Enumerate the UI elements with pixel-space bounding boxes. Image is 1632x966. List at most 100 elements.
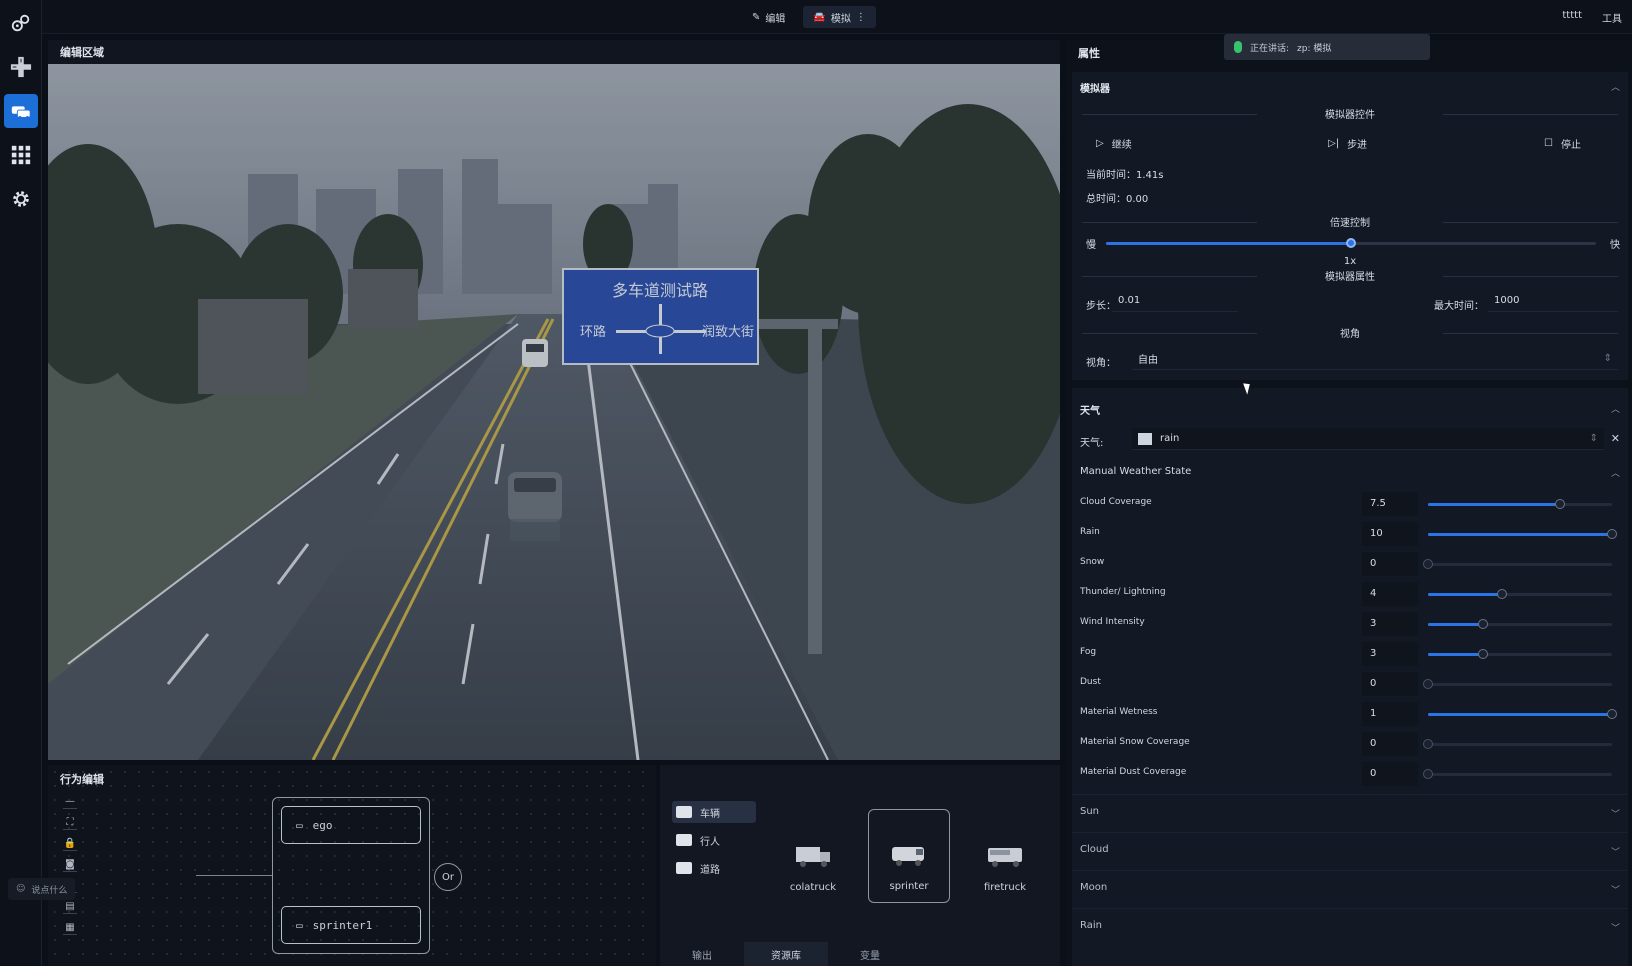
node-sprinter1[interactable]: ▭ sprinter1 bbox=[281, 906, 421, 944]
node-tool-icon[interactable]: ◙ bbox=[63, 858, 77, 872]
weather-param-input[interactable]: 0 bbox=[1362, 732, 1418, 756]
continue-button[interactable]: ▷ 继续 bbox=[1096, 132, 1132, 154]
chevron-up-icon[interactable]: ︿ bbox=[1611, 80, 1620, 93]
save-tool-icon[interactable]: ▤ bbox=[63, 900, 77, 914]
weather-param-row: Snow 0 bbox=[1072, 550, 1628, 578]
view-select-value: 自由 bbox=[1138, 355, 1158, 366]
weather-subsection-label: Moon bbox=[1080, 882, 1108, 893]
or-node[interactable]: Or bbox=[434, 863, 462, 891]
weather-param-slider[interactable] bbox=[1423, 679, 1612, 689]
tab-simulate[interactable]: 🚘 模拟 ⋮ bbox=[803, 6, 876, 28]
chevron-down-icon[interactable]: ﹀ bbox=[1611, 921, 1620, 934]
scene-viewport[interactable]: 多车道测试路 环路 润致大街 bbox=[48, 64, 1060, 760]
folder-label: 行人 bbox=[700, 836, 720, 848]
weather-subsection[interactable]: Moon ﹀ bbox=[1072, 870, 1628, 906]
stop-icon: ☐ bbox=[1544, 137, 1553, 149]
step-button[interactable]: ▷| 步进 bbox=[1328, 132, 1367, 154]
step-label: 步进 bbox=[1347, 139, 1368, 151]
weather-param-slider[interactable] bbox=[1428, 649, 1612, 659]
weather-param-slider-handle[interactable] bbox=[1423, 679, 1433, 689]
gears-icon[interactable] bbox=[4, 6, 38, 40]
weather-param-slider-handle[interactable] bbox=[1496, 589, 1507, 599]
weather-subsection[interactable]: Rain ﹀ bbox=[1072, 908, 1628, 944]
weather-param-row: Wind Intensity 3 bbox=[1072, 610, 1628, 638]
weather-subsection[interactable]: Cloud ﹀ bbox=[1072, 832, 1628, 868]
zoom-out-icon[interactable]: — bbox=[63, 795, 77, 809]
weather-param-input[interactable]: 0 bbox=[1362, 762, 1418, 786]
folder-label: 车辆 bbox=[700, 808, 720, 820]
weather-param-input[interactable]: 3 bbox=[1362, 642, 1418, 666]
speed-value: 1x bbox=[1343, 256, 1357, 267]
weather-param-label: Fog bbox=[1080, 647, 1097, 657]
weather-param-slider-handle[interactable] bbox=[1478, 619, 1489, 629]
weather-param-slider-handle[interactable] bbox=[1478, 649, 1489, 659]
chevron-up-icon[interactable]: ︿ bbox=[1611, 466, 1620, 479]
simulator-card: 模拟器 ︿ 模拟器控件 ▷ 继续 ▷| 步进 ☐ 停止 当前时间：1.41s 总… bbox=[1072, 72, 1628, 380]
weather-param-slider-handle[interactable] bbox=[1423, 739, 1433, 749]
weather-param-slider[interactable] bbox=[1428, 619, 1612, 629]
weather-select[interactable]: rain ⇕ bbox=[1132, 428, 1604, 450]
weather-param-slider[interactable] bbox=[1428, 709, 1617, 719]
weather-param-slider[interactable] bbox=[1428, 529, 1617, 539]
weather-param-slider[interactable] bbox=[1428, 589, 1612, 599]
weather-param-input[interactable]: 3 bbox=[1362, 612, 1418, 636]
node-ego[interactable]: ▭ ego bbox=[281, 806, 421, 844]
select-arrows-icon: ⇕ bbox=[1589, 433, 1598, 444]
asset-sprinter[interactable]: sprinter bbox=[868, 809, 950, 903]
tab-variables[interactable]: 变量 bbox=[828, 942, 912, 966]
folder-roads[interactable]: 道路 bbox=[672, 857, 756, 879]
more-icon[interactable]: ⋮ bbox=[856, 12, 866, 23]
folder-pedestrians[interactable]: 行人 bbox=[672, 829, 756, 851]
weather-param-slider-handle[interactable] bbox=[1423, 769, 1433, 779]
topbar-user[interactable]: ttttt bbox=[1562, 10, 1582, 25]
chevron-up-icon[interactable]: ︿ bbox=[1611, 402, 1620, 415]
weather-param-slider-handle[interactable] bbox=[1555, 499, 1566, 509]
weather-param-slider[interactable] bbox=[1428, 499, 1612, 509]
tab-edit[interactable]: ✎ 编辑 bbox=[742, 6, 795, 28]
clear-icon[interactable]: ✕ bbox=[1611, 432, 1620, 445]
crossroad-icon[interactable] bbox=[4, 50, 38, 84]
step-size-input[interactable]: 0.01 bbox=[1112, 290, 1238, 312]
export-tool-icon[interactable]: ▦ bbox=[63, 921, 77, 935]
asset-firetruck[interactable]: firetruck bbox=[964, 809, 1046, 903]
weather-subsection[interactable]: Sun ﹀ bbox=[1072, 794, 1628, 830]
tools-menu[interactable]: 工具 bbox=[1602, 10, 1622, 25]
weather-param-input[interactable]: 0 bbox=[1362, 552, 1418, 576]
chevron-down-icon[interactable]: ﹀ bbox=[1611, 845, 1620, 858]
fit-view-icon[interactable]: ⛶ bbox=[63, 816, 77, 830]
chevron-down-icon[interactable]: ﹀ bbox=[1611, 883, 1620, 896]
tab-output[interactable]: 输出 bbox=[660, 942, 744, 966]
weather-param-input[interactable]: 7.5 bbox=[1362, 492, 1418, 516]
chevron-down-icon[interactable]: ﹀ bbox=[1611, 807, 1620, 820]
actor-group[interactable]: ▭ ego ▭ sprinter1 bbox=[272, 797, 430, 954]
continue-label: 继续 bbox=[1111, 139, 1132, 151]
weather-param-label: Material Wetness bbox=[1080, 707, 1158, 717]
weather-param-slider-handle[interactable] bbox=[1423, 559, 1433, 569]
weather-param-slider[interactable] bbox=[1423, 739, 1612, 749]
behavior-toolbar: — ⛶ 🔒 ◙ ▣ ▤ ▦ bbox=[60, 795, 80, 935]
lock-icon[interactable]: 🔒 bbox=[63, 837, 77, 851]
weather-param-input[interactable]: 1 bbox=[1362, 702, 1418, 726]
speed-slider-fill bbox=[1106, 242, 1351, 245]
stop-button[interactable]: ☐ 停止 bbox=[1544, 132, 1581, 154]
vehicles-icon[interactable] bbox=[4, 94, 38, 128]
view-select[interactable]: 自由 ⇕ bbox=[1132, 348, 1618, 370]
max-time-input[interactable]: 1000 bbox=[1488, 290, 1618, 312]
grid-icon[interactable] bbox=[4, 138, 38, 172]
settings-icon[interactable] bbox=[4, 182, 38, 216]
weather-param-slider[interactable] bbox=[1423, 769, 1612, 779]
speed-slider-handle[interactable] bbox=[1346, 238, 1356, 248]
weather-param-slider-handle[interactable] bbox=[1607, 709, 1617, 719]
tab-asset-library[interactable]: 资源库 bbox=[744, 942, 828, 966]
asset-colatruck[interactable]: colatruck bbox=[772, 809, 854, 903]
weather-param-input[interactable]: 0 bbox=[1362, 672, 1418, 696]
weather-param-input[interactable]: 10 bbox=[1362, 522, 1418, 546]
weather-param-slider[interactable] bbox=[1423, 559, 1612, 569]
weather-param-row: Material Dust Coverage 0 bbox=[1072, 760, 1628, 788]
voice-input-hint[interactable]: ☺ 说点什么 bbox=[8, 878, 76, 900]
van-icon bbox=[892, 847, 924, 866]
folder-vehicles[interactable]: 车辆 bbox=[672, 801, 756, 823]
speed-slider[interactable] bbox=[1106, 238, 1596, 248]
weather-param-slider-handle[interactable] bbox=[1607, 529, 1617, 539]
weather-param-input[interactable]: 4 bbox=[1362, 582, 1418, 606]
